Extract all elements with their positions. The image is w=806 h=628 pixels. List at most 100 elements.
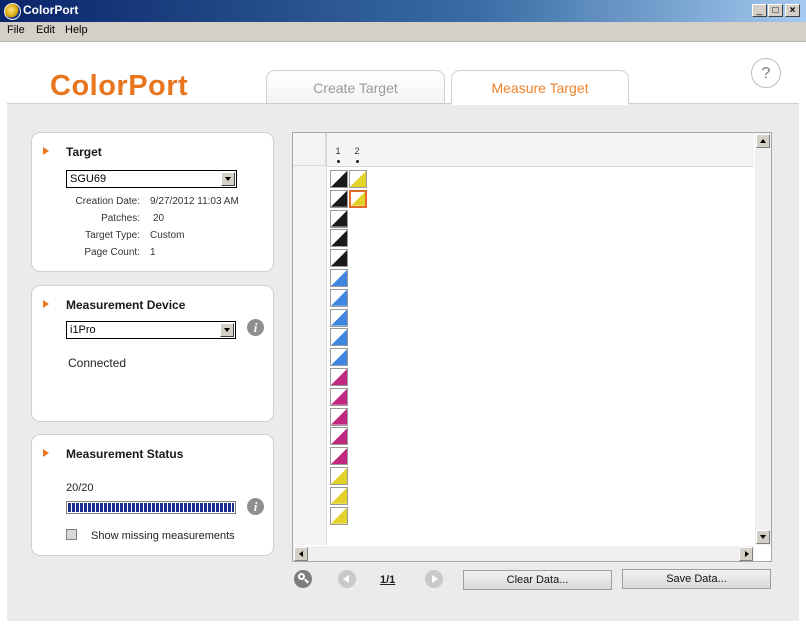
patch-fill bbox=[331, 369, 347, 385]
scroll-down-button[interactable] bbox=[756, 530, 770, 544]
status-info-icon[interactable]: i bbox=[247, 498, 264, 515]
device-title: Measurement Device bbox=[66, 298, 186, 312]
show-missing-label: Show missing measurements bbox=[91, 530, 235, 542]
patch-fill bbox=[331, 428, 347, 445]
app-icon[interactable] bbox=[4, 3, 21, 20]
scroll-right-button[interactable] bbox=[739, 547, 753, 561]
patch-fill bbox=[331, 210, 347, 227]
chevron-right-icon bbox=[432, 575, 438, 583]
chevron-down-icon[interactable] bbox=[220, 323, 234, 337]
patch-col1-row10[interactable] bbox=[330, 348, 348, 367]
column-marker-2 bbox=[356, 160, 359, 163]
patch-col1-row6[interactable] bbox=[330, 269, 348, 287]
patch-col1-row8[interactable] bbox=[330, 308, 348, 327]
device-select-value: i1Pro bbox=[70, 324, 96, 336]
patch-fill bbox=[331, 190, 347, 207]
patch-fill bbox=[331, 448, 347, 465]
target-select[interactable]: SGU69 bbox=[66, 170, 237, 188]
target-select-value: SGU69 bbox=[70, 173, 107, 185]
minimize-button[interactable]: _ bbox=[752, 4, 767, 17]
grid-row-header bbox=[293, 133, 327, 545]
column-label-1: 1 bbox=[335, 146, 341, 156]
patch-col1-row12[interactable] bbox=[330, 387, 348, 406]
help-button[interactable]: ? bbox=[751, 58, 781, 88]
window-title: ColorPort bbox=[23, 3, 79, 17]
page-count-label: Page Count: bbox=[84, 247, 140, 258]
device-info-icon[interactable]: i bbox=[247, 319, 264, 336]
device-select[interactable]: i1Pro bbox=[66, 321, 236, 339]
target-arrow-icon bbox=[43, 147, 49, 155]
tab-measure-target[interactable]: Measure Target bbox=[451, 70, 629, 103]
menu-bar bbox=[0, 22, 806, 42]
close-button[interactable]: × bbox=[785, 4, 800, 17]
patch-fill bbox=[331, 507, 347, 524]
patch-fill bbox=[331, 487, 347, 504]
patch-col1-row9[interactable] bbox=[330, 328, 348, 347]
magnifier-handle bbox=[304, 578, 309, 584]
patch-fill bbox=[331, 349, 347, 366]
save-data-button[interactable]: Save Data... bbox=[622, 569, 771, 589]
column-marker-1 bbox=[337, 160, 340, 163]
previous-page-button[interactable] bbox=[338, 570, 356, 588]
patch-col1-row17[interactable] bbox=[330, 486, 348, 505]
next-page-button[interactable] bbox=[425, 570, 443, 588]
active-tab-connector bbox=[452, 102, 628, 105]
scroll-up-button[interactable] bbox=[756, 134, 770, 148]
patch-col1-row13[interactable] bbox=[330, 407, 348, 426]
menu-file[interactable]: File bbox=[7, 24, 25, 36]
patch-col1-row4[interactable] bbox=[330, 229, 348, 248]
page-count-value: 1 bbox=[150, 247, 156, 258]
app-logo: ColorPort bbox=[50, 70, 189, 102]
patch-col2-row2[interactable] bbox=[349, 189, 367, 208]
column-label-2: 2 bbox=[354, 146, 360, 156]
zoom-button[interactable] bbox=[294, 570, 312, 588]
target-type-label: Target Type: bbox=[85, 230, 140, 241]
grid-column-header bbox=[293, 133, 754, 167]
patches-label: Patches: bbox=[101, 213, 140, 224]
vertical-scrollbar[interactable] bbox=[755, 133, 771, 545]
scroll-left-button[interactable] bbox=[294, 547, 308, 561]
device-arrow-icon bbox=[43, 300, 49, 308]
patch-fill bbox=[331, 309, 347, 326]
title-bar bbox=[0, 0, 806, 22]
page-indicator: 1/1 bbox=[380, 574, 396, 586]
patch-fill bbox=[331, 230, 347, 247]
chevron-down-icon[interactable] bbox=[221, 172, 235, 186]
grid-corner bbox=[293, 133, 326, 166]
chevron-left-icon bbox=[343, 575, 349, 583]
patch-col1-row18[interactable] bbox=[330, 506, 348, 525]
clear-data-button[interactable]: Clear Data... bbox=[463, 570, 612, 590]
patch-col1-row15[interactable] bbox=[330, 447, 348, 466]
patch-col1-row5[interactable] bbox=[330, 249, 348, 268]
menu-edit[interactable]: Edit bbox=[36, 24, 55, 36]
target-type-value: Custom bbox=[150, 230, 185, 241]
patch-fill bbox=[331, 408, 347, 425]
patch-col1-row1[interactable] bbox=[330, 170, 348, 188]
patch-col1-row2[interactable] bbox=[330, 189, 348, 208]
tab-create-target[interactable]: Create Target bbox=[266, 70, 445, 103]
show-missing-checkbox[interactable] bbox=[66, 529, 77, 540]
patch-fill bbox=[331, 289, 347, 306]
device-status: Connected bbox=[68, 356, 127, 370]
patch-col1-row14[interactable] bbox=[330, 427, 348, 446]
patch-fill bbox=[331, 329, 347, 346]
patch-col1-row16[interactable] bbox=[330, 467, 348, 485]
patch-col1-row11[interactable] bbox=[330, 368, 348, 386]
horizontal-scrollbar[interactable] bbox=[293, 546, 754, 561]
patch-fill bbox=[331, 388, 347, 405]
target-title: Target bbox=[66, 145, 102, 159]
maximize-button[interactable]: □ bbox=[768, 4, 783, 17]
creation-date-label: Creation Date: bbox=[75, 196, 140, 207]
progress-fill bbox=[68, 503, 234, 512]
patch-col1-row3[interactable] bbox=[330, 209, 348, 228]
patch-fill bbox=[331, 171, 347, 187]
patch-fill bbox=[331, 270, 347, 286]
menu-help[interactable]: Help bbox=[65, 24, 88, 36]
patch-fill bbox=[351, 191, 365, 206]
patch-fill bbox=[331, 250, 347, 267]
status-arrow-icon bbox=[43, 449, 49, 457]
patch-col1-row7[interactable] bbox=[330, 288, 348, 307]
patch-fill bbox=[350, 171, 366, 187]
measurement-progress-bar bbox=[66, 501, 236, 514]
patch-col2-row1[interactable] bbox=[349, 170, 367, 188]
